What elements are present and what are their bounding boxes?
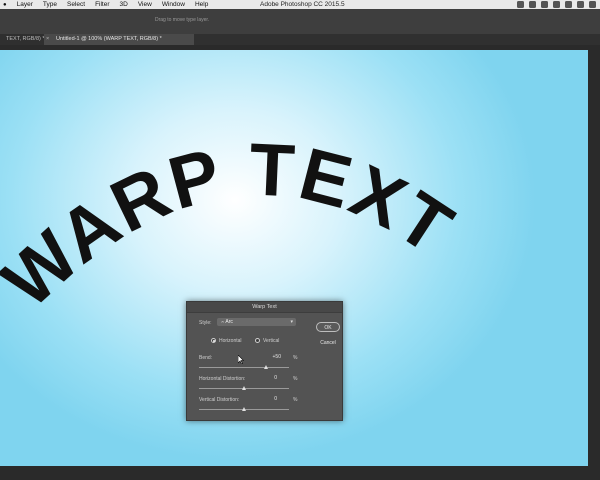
menu-layer[interactable]: Layer <box>17 1 33 8</box>
ok-button[interactable]: OK <box>316 322 340 332</box>
vertical-radio[interactable] <box>255 338 260 343</box>
cancel-button[interactable]: Cancel <box>316 338 340 348</box>
horizontal-distortion-value-field[interactable]: 0 <box>255 375 277 382</box>
tab-active-document[interactable]: × Untitled-1 @ 100% (WARP TEXT, RGB/8) * <box>44 34 194 45</box>
menu-3d[interactable]: 3D <box>120 1 128 8</box>
bend-unit: % <box>293 355 298 361</box>
options-bar <box>0 9 600 35</box>
menu-bar: ● Layer Type Select Filter 3D View Windo… <box>0 0 600 9</box>
status-icon-5[interactable] <box>565 1 572 8</box>
dialog-title: Warp Text <box>187 302 342 313</box>
status-icons <box>517 1 596 8</box>
vertical-distortion-label: Vertical Distortion: <box>199 397 240 403</box>
vertical-distortion-value-field[interactable]: 0 <box>255 396 277 403</box>
status-icon-6[interactable] <box>577 1 584 8</box>
menu-select[interactable]: Select <box>67 1 85 8</box>
menu-window[interactable]: Window <box>162 1 185 8</box>
bend-label: Bend: <box>199 355 213 361</box>
menu-filter[interactable]: Filter <box>95 1 109 8</box>
options-hint: Drag to move type layer. <box>155 17 210 23</box>
style-value: Arc <box>225 319 233 325</box>
cursor-icon <box>238 355 244 364</box>
status-icon-7[interactable] <box>589 1 596 8</box>
warp-text-dialog: Warp Text Style: ⌢ Arc ▾ Horizontal Vert… <box>186 301 343 421</box>
app-title: Adobe Photoshop CC 2015.5 <box>260 1 345 8</box>
arc-style-icon: ⌢ <box>221 319 225 325</box>
menu-help[interactable]: Help <box>195 1 208 8</box>
document-tabs: TEXT, RGB/8) * × Untitled-1 @ 100% (WARP… <box>0 34 600 45</box>
menu-type[interactable]: Type <box>43 1 57 8</box>
horizontal-distortion-slider-thumb[interactable] <box>242 386 246 390</box>
warp-text: WARP TEXT <box>0 127 468 323</box>
status-icon-3[interactable] <box>541 1 548 8</box>
dropdown-caret-icon: ▾ <box>290 319 293 325</box>
tab-label: TEXT, RGB/8) * <box>6 36 45 42</box>
apple-icon[interactable]: ● <box>3 2 7 8</box>
menu-view[interactable]: View <box>138 1 152 8</box>
style-label: Style: <box>199 320 212 326</box>
vertical-distortion-slider-thumb[interactable] <box>242 407 246 411</box>
status-icon-2[interactable] <box>529 1 536 8</box>
bend-slider-track[interactable] <box>199 367 289 368</box>
horizontal-radio[interactable] <box>211 338 216 343</box>
vertical-distortion-unit: % <box>293 397 298 403</box>
horizontal-distortion-unit: % <box>293 376 298 382</box>
bend-value-field[interactable]: +50 <box>259 354 281 361</box>
horizontal-label: Horizontal <box>219 338 242 344</box>
tab-label: Untitled-1 @ 100% (WARP TEXT, RGB/8) * <box>56 36 162 42</box>
warp-text-path: WARP TEXT <box>0 127 466 323</box>
style-dropdown[interactable]: ⌢ Arc ▾ <box>217 318 296 326</box>
close-icon[interactable]: × <box>46 34 49 45</box>
horizontal-distortion-label: Horizontal Distortion: <box>199 376 246 382</box>
status-icon-1[interactable] <box>517 1 524 8</box>
status-icon-4[interactable] <box>553 1 560 8</box>
bend-slider-thumb[interactable] <box>264 365 268 369</box>
vertical-label: Vertical <box>263 338 280 344</box>
